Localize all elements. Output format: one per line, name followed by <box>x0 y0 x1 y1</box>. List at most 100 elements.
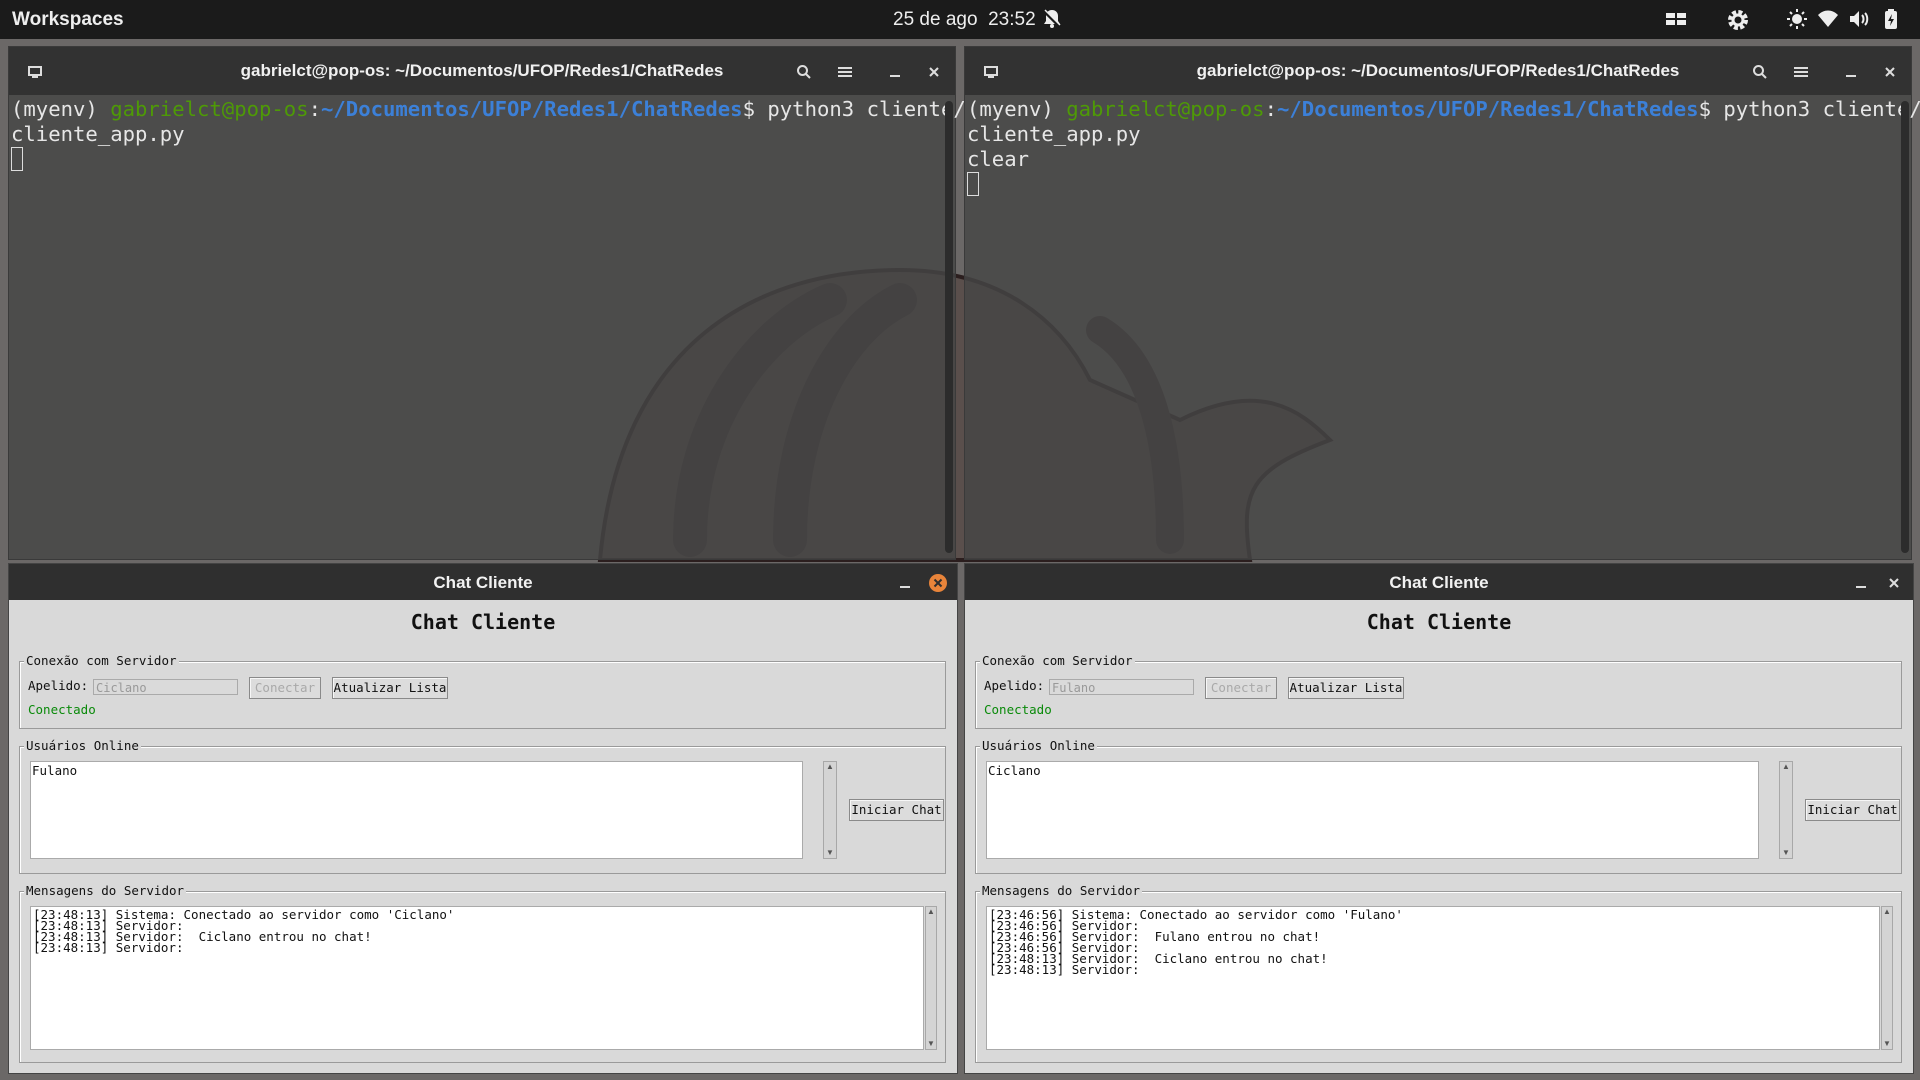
chat-titlebar[interactable]: Chat Cliente <box>965 564 1913 600</box>
users-group-label: Usuários Online <box>24 738 141 753</box>
workspace-grid-icon[interactable] <box>1665 10 1687 34</box>
close-icon[interactable] <box>1881 570 1907 596</box>
online-users-groupbox: Usuários Online Fulano ▲ ▼ Iniciar Chat <box>19 738 946 874</box>
connection-group-label: Conexão com Servidor <box>24 653 179 668</box>
terminal-scrollbar[interactable] <box>1901 101 1909 553</box>
prompt-dollar: $ <box>1698 97 1724 121</box>
messages-textbox[interactable]: [23:46:56] Sistema: Conectado ao servido… <box>986 906 1880 1050</box>
nickname-input[interactable]: Ciclano <box>93 679 238 695</box>
messages-group-label: Mensagens do Servidor <box>24 883 187 898</box>
terminal-cursor <box>11 147 23 171</box>
terminal-scrollbar[interactable] <box>945 101 953 553</box>
terminal-window-right[interactable]: gabrielct@pop-os: ~/Documentos/UFOP/Rede… <box>964 46 1920 560</box>
command-text-cont: cliente_app.py <box>11 122 185 146</box>
users-group-label: Usuários Online <box>980 738 1097 753</box>
start-chat-button[interactable]: Iniciar Chat <box>1805 799 1900 821</box>
time-label: 23:52 <box>988 9 1036 30</box>
start-chat-button[interactable]: Iniciar Chat <box>849 799 944 821</box>
prompt-user: gabrielct@pop-os <box>110 97 309 121</box>
hamburger-menu-icon[interactable] <box>1788 59 1814 85</box>
workspaces-button[interactable]: Workspaces <box>12 9 124 31</box>
terminal-window-left[interactable]: gabrielct@pop-os: ~/Documentos/UFOP/Rede… <box>8 46 966 560</box>
terminal-titlebar[interactable]: gabrielct@pop-os: ~/Documentos/UFOP/Rede… <box>965 47 1911 95</box>
terminal-cursor <box>967 172 979 196</box>
users-scrollbar[interactable]: ▲ ▼ <box>1779 761 1793 859</box>
refresh-list-button[interactable]: Atualizar Lista <box>332 677 448 699</box>
command-text: python3 cliente/ <box>767 97 966 121</box>
command-text-cont: cliente_app.py <box>967 122 1141 146</box>
battery-icon[interactable] <box>1884 8 1898 32</box>
connection-group-label: Conexão com Servidor <box>980 653 1135 668</box>
scroll-down-icon[interactable]: ▼ <box>926 1039 936 1049</box>
message-line: [23:48:13] Servidor: <box>33 940 192 955</box>
search-icon[interactable] <box>1747 59 1773 85</box>
hamburger-menu-icon[interactable] <box>832 59 858 85</box>
list-item[interactable]: Ciclano <box>988 763 1757 778</box>
terminal-titlebar[interactable]: gabrielct@pop-os: ~/Documentos/UFOP/Rede… <box>9 47 955 95</box>
system-top-bar: Workspaces 25 de ago 23:52 <box>0 0 1920 39</box>
terminal-output[interactable]: (myenv) gabrielct@pop-os:~/Documentos/UF… <box>967 97 1920 559</box>
notifications-off-icon[interactable] <box>1043 8 1061 32</box>
close-icon[interactable] <box>921 59 947 85</box>
messages-group-label: Mensagens do Servidor <box>980 883 1143 898</box>
connection-status: Conectado <box>28 702 96 717</box>
scroll-down-icon[interactable]: ▼ <box>824 848 836 858</box>
refresh-list-button[interactable]: Atualizar Lista <box>1288 677 1404 699</box>
prompt-colon: : <box>1264 97 1277 121</box>
scroll-down-icon[interactable]: ▼ <box>1882 1039 1892 1049</box>
chat-window-right[interactable]: Chat Cliente Chat Cliente Conexão com Se… <box>964 563 1914 1074</box>
window-title: Chat Cliente <box>433 573 533 592</box>
messages-textbox[interactable]: [23:48:13] Sistema: Conectado ao servido… <box>30 906 924 1050</box>
minimize-icon[interactable] <box>882 59 908 85</box>
connection-status: Conectado <box>984 702 1052 717</box>
nickname-label: Apelido: <box>28 678 89 693</box>
prompt-path: ~/Documentos/UFOP/Redes1/ChatRedes <box>321 97 743 121</box>
scroll-down-icon[interactable]: ▼ <box>1780 848 1792 858</box>
list-item[interactable]: Fulano <box>32 763 801 778</box>
nickname-input[interactable]: Fulano <box>1049 679 1194 695</box>
connect-button[interactable]: Conectar <box>1205 677 1277 699</box>
close-icon[interactable] <box>1877 59 1903 85</box>
minimize-icon[interactable] <box>892 570 918 596</box>
brightness-icon[interactable] <box>1786 8 1808 32</box>
prompt-colon: : <box>308 97 321 121</box>
settings-icon[interactable] <box>1726 8 1750 32</box>
terminal-output[interactable]: (myenv) gabrielct@pop-os:~/Documentos/UF… <box>11 97 966 559</box>
scroll-up-icon[interactable]: ▲ <box>824 762 836 772</box>
nickname-label: Apelido: <box>984 678 1045 693</box>
connect-button[interactable]: Conectar <box>249 677 321 699</box>
chat-window-left[interactable]: Chat Cliente Chat Cliente Conexão com Se… <box>8 563 958 1074</box>
online-users-groupbox: Usuários Online Ciclano ▲ ▼ Iniciar Chat <box>975 738 1902 874</box>
connection-groupbox: Conexão com Servidor Apelido: Fulano Con… <box>975 653 1902 729</box>
prompt-path: ~/Documentos/UFOP/Redes1/ChatRedes <box>1277 97 1699 121</box>
server-messages-groupbox: Mensagens do Servidor [23:46:56] Sistema… <box>975 883 1902 1063</box>
wifi-icon[interactable] <box>1817 8 1839 32</box>
connection-groupbox: Conexão com Servidor Apelido: Ciclano Co… <box>19 653 946 729</box>
command-text-clear: clear <box>967 147 1029 171</box>
messages-scrollbar[interactable]: ▲ ▼ <box>925 906 937 1050</box>
scroll-up-icon[interactable]: ▲ <box>1882 907 1892 917</box>
chat-heading: Chat Cliente <box>410 610 556 634</box>
date-time[interactable]: 25 de ago 23:52 <box>893 9 1036 31</box>
close-icon[interactable] <box>925 570 951 596</box>
search-icon[interactable] <box>791 59 817 85</box>
minimize-icon[interactable] <box>1838 59 1864 85</box>
command-text: python3 cliente/ <box>1723 97 1920 121</box>
prompt-env: (myenv) <box>967 97 1067 121</box>
message-line: [23:48:13] Servidor: <box>989 962 1148 977</box>
prompt-dollar: $ <box>742 97 768 121</box>
scroll-up-icon[interactable]: ▲ <box>926 907 936 917</box>
users-scrollbar[interactable]: ▲ ▼ <box>823 761 837 859</box>
prompt-user: gabrielct@pop-os <box>1066 97 1265 121</box>
server-messages-groupbox: Mensagens do Servidor [23:48:13] Sistema… <box>19 883 946 1063</box>
users-listbox[interactable]: Fulano <box>30 761 803 859</box>
messages-scrollbar[interactable]: ▲ ▼ <box>1881 906 1893 1050</box>
window-title: Chat Cliente <box>1389 573 1489 592</box>
date-label: 25 de ago <box>893 9 978 30</box>
chat-heading: Chat Cliente <box>1366 610 1512 634</box>
volume-icon[interactable] <box>1848 8 1870 32</box>
users-listbox[interactable]: Ciclano <box>986 761 1759 859</box>
minimize-icon[interactable] <box>1848 570 1874 596</box>
chat-titlebar[interactable]: Chat Cliente <box>9 564 957 600</box>
scroll-up-icon[interactable]: ▲ <box>1780 762 1792 772</box>
